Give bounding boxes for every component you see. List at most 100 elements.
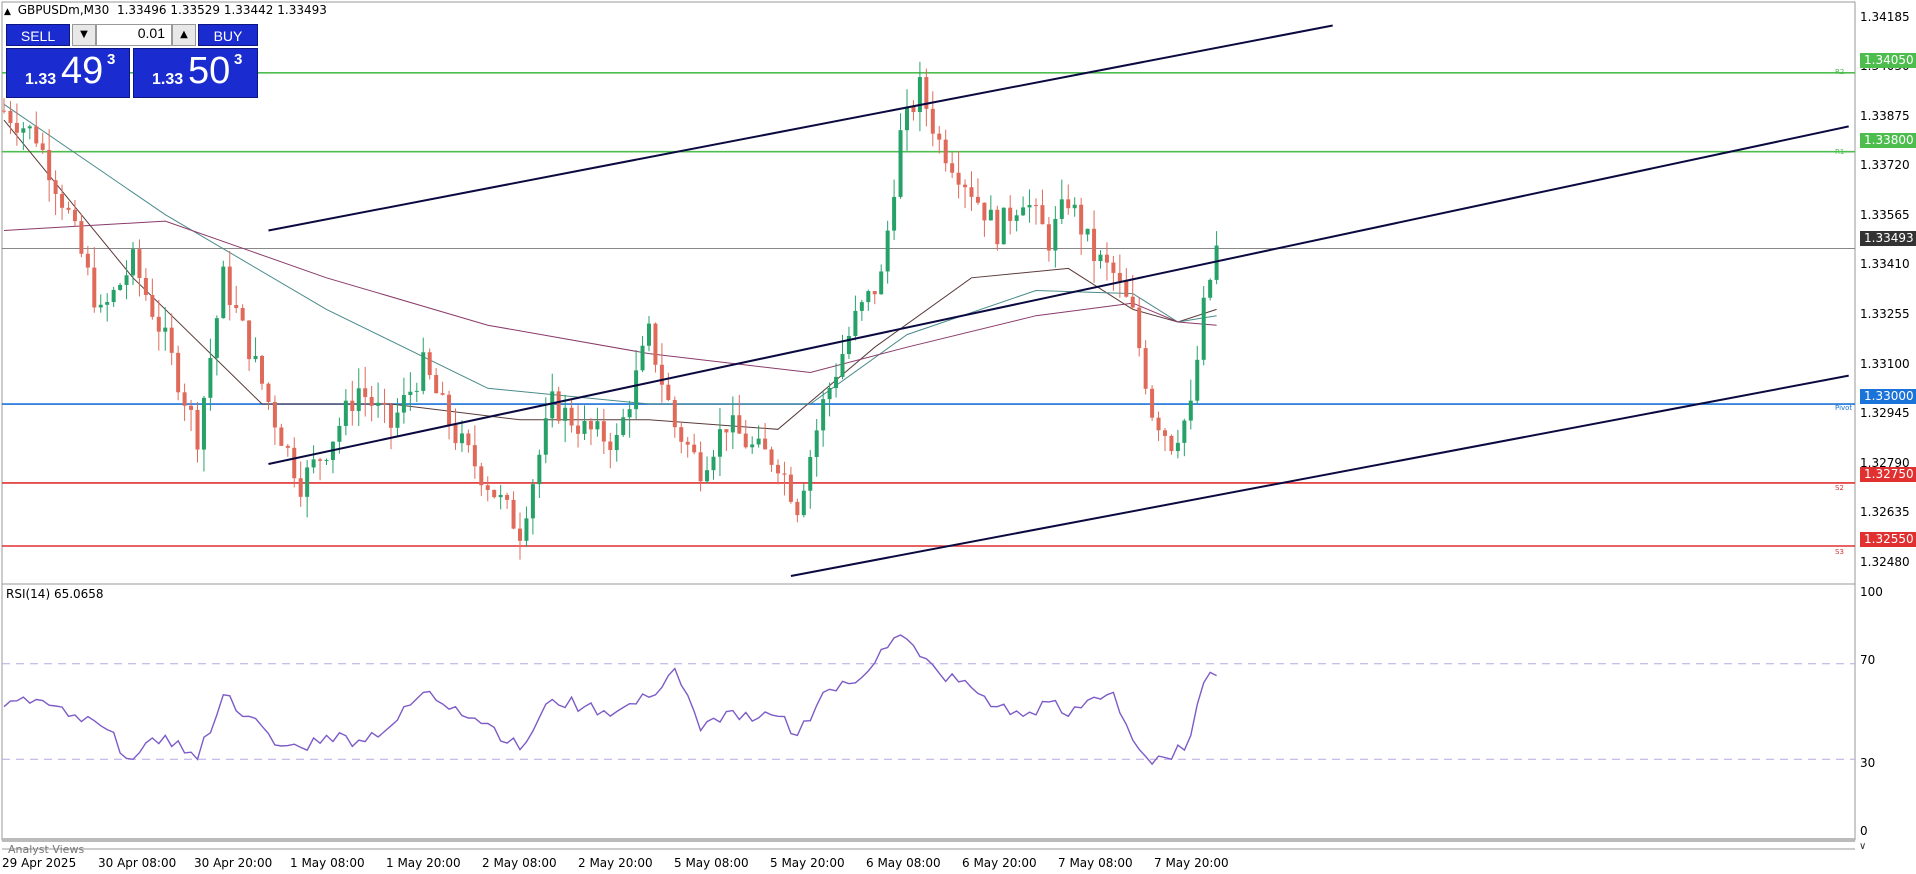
- candle-body: [975, 196, 980, 203]
- candle-body: [253, 355, 258, 360]
- candle-body: [292, 447, 297, 479]
- collapse-triangle-icon[interactable]: ▲: [4, 7, 11, 17]
- candle-body: [724, 429, 729, 433]
- candle-body: [730, 415, 735, 433]
- symbol-header: ▲ GBPUSDm,M30 1.33496 1.33529 1.33442 1.…: [4, 3, 327, 17]
- candle-body: [421, 352, 426, 391]
- candle-body: [156, 316, 161, 332]
- s3-level-label: S3: [1835, 548, 1844, 556]
- trend-channel-line: [268, 125, 1849, 465]
- ask-fraction: 3: [234, 51, 243, 68]
- pivot-level-label: Pivot: [1835, 404, 1853, 412]
- candle-body: [350, 400, 355, 412]
- candle-body: [801, 490, 806, 516]
- rsi-line: [3, 634, 1217, 766]
- candle-body: [40, 143, 45, 150]
- lot-increase-icon[interactable]: ▲: [172, 24, 196, 46]
- symbol-timeframe: GBPUSDm,M30: [17, 3, 110, 17]
- scroll-down-icon[interactable]: ∨: [1859, 841, 1866, 852]
- candle-body: [769, 449, 774, 465]
- candle-body: [1150, 388, 1155, 418]
- lot-decrease-icon[interactable]: ▼: [72, 24, 96, 46]
- candle-body: [221, 266, 226, 319]
- candle-body: [176, 352, 181, 393]
- sell-button[interactable]: SELL: [6, 24, 70, 46]
- ask-price-button[interactable]: 1.33 50 3: [133, 48, 258, 98]
- r2-price-tag: 1.34050: [1860, 53, 1916, 68]
- buy-button[interactable]: BUY: [198, 24, 258, 46]
- candle-body: [247, 320, 252, 360]
- time-tick: 6 May 20:00: [962, 856, 1037, 870]
- candle-body: [672, 399, 677, 428]
- rsi-tick: 30: [1860, 756, 1876, 770]
- candle-body: [743, 433, 748, 448]
- candle-body: [1130, 296, 1135, 308]
- candle-body: [1143, 348, 1148, 389]
- s2-price-tag: 1.32750: [1860, 467, 1916, 482]
- candle-body: [679, 427, 684, 442]
- candle-body: [763, 438, 768, 450]
- candle-body: [434, 375, 439, 394]
- candle-body: [827, 387, 832, 400]
- candle-body: [47, 149, 52, 181]
- s2-level-label: S2: [1835, 484, 1844, 492]
- time-tick: 5 May 08:00: [674, 856, 749, 870]
- candle-body: [1124, 281, 1129, 297]
- candle-body: [911, 106, 916, 113]
- candle-body: [311, 459, 316, 468]
- candle-body: [1066, 199, 1071, 209]
- candlesticks: [2, 61, 1219, 560]
- candle-body: [60, 193, 65, 208]
- trend-channel[interactable]: [268, 24, 1849, 577]
- time-tick: 30 Apr 20:00: [194, 856, 273, 870]
- candle-body: [518, 528, 522, 541]
- candle-body: [279, 427, 284, 446]
- candle-body: [318, 459, 323, 461]
- candle-body: [105, 302, 110, 305]
- candle-body: [840, 354, 845, 377]
- candle-body: [647, 323, 651, 346]
- r1-price-tag: 1.33800: [1860, 133, 1916, 148]
- price-tick: 1.32480: [1860, 555, 1910, 569]
- bid-price-button[interactable]: 1.33 49 3: [6, 48, 130, 98]
- candle-body: [466, 433, 471, 446]
- candle-body: [85, 253, 90, 268]
- candle-body: [1104, 254, 1109, 263]
- candle-body: [969, 187, 974, 197]
- candle-body: [588, 421, 593, 430]
- candle-body: [1021, 207, 1026, 216]
- moving-averages: [3, 103, 1217, 430]
- candle-body: [272, 401, 277, 428]
- candle-body: [395, 412, 400, 428]
- candle-body: [131, 249, 135, 276]
- r2-level-label: R2: [1835, 68, 1845, 76]
- candle-body: [447, 394, 452, 425]
- candle-body: [201, 397, 206, 450]
- lot-size-input[interactable]: 0.01: [96, 24, 172, 46]
- candle-body: [614, 434, 619, 451]
- candle-body: [118, 284, 123, 290]
- candle-body: [240, 307, 245, 321]
- candle-body: [750, 444, 755, 448]
- candle-body: [885, 230, 890, 272]
- analyst-views-tab[interactable]: Analyst Views: [8, 843, 84, 856]
- candle-body: [2, 110, 6, 112]
- candle-body: [150, 295, 155, 317]
- candle-body: [363, 388, 368, 398]
- time-tick: 1 May 08:00: [290, 856, 365, 870]
- candle-body: [530, 484, 535, 519]
- candle-body: [1137, 307, 1142, 349]
- candle-body: [808, 456, 813, 491]
- pivot-levels: [2, 71, 1855, 547]
- candle-body: [21, 128, 26, 133]
- candle-body: [543, 418, 548, 455]
- candle-body: [8, 110, 13, 123]
- candle-body: [92, 267, 97, 308]
- candle-body: [821, 399, 826, 431]
- candle-body: [1034, 205, 1038, 207]
- candle-body: [1111, 262, 1116, 273]
- candle-body: [414, 390, 419, 392]
- candle-body: [1098, 254, 1103, 262]
- candle-body: [34, 126, 39, 144]
- candle-body: [1053, 218, 1058, 251]
